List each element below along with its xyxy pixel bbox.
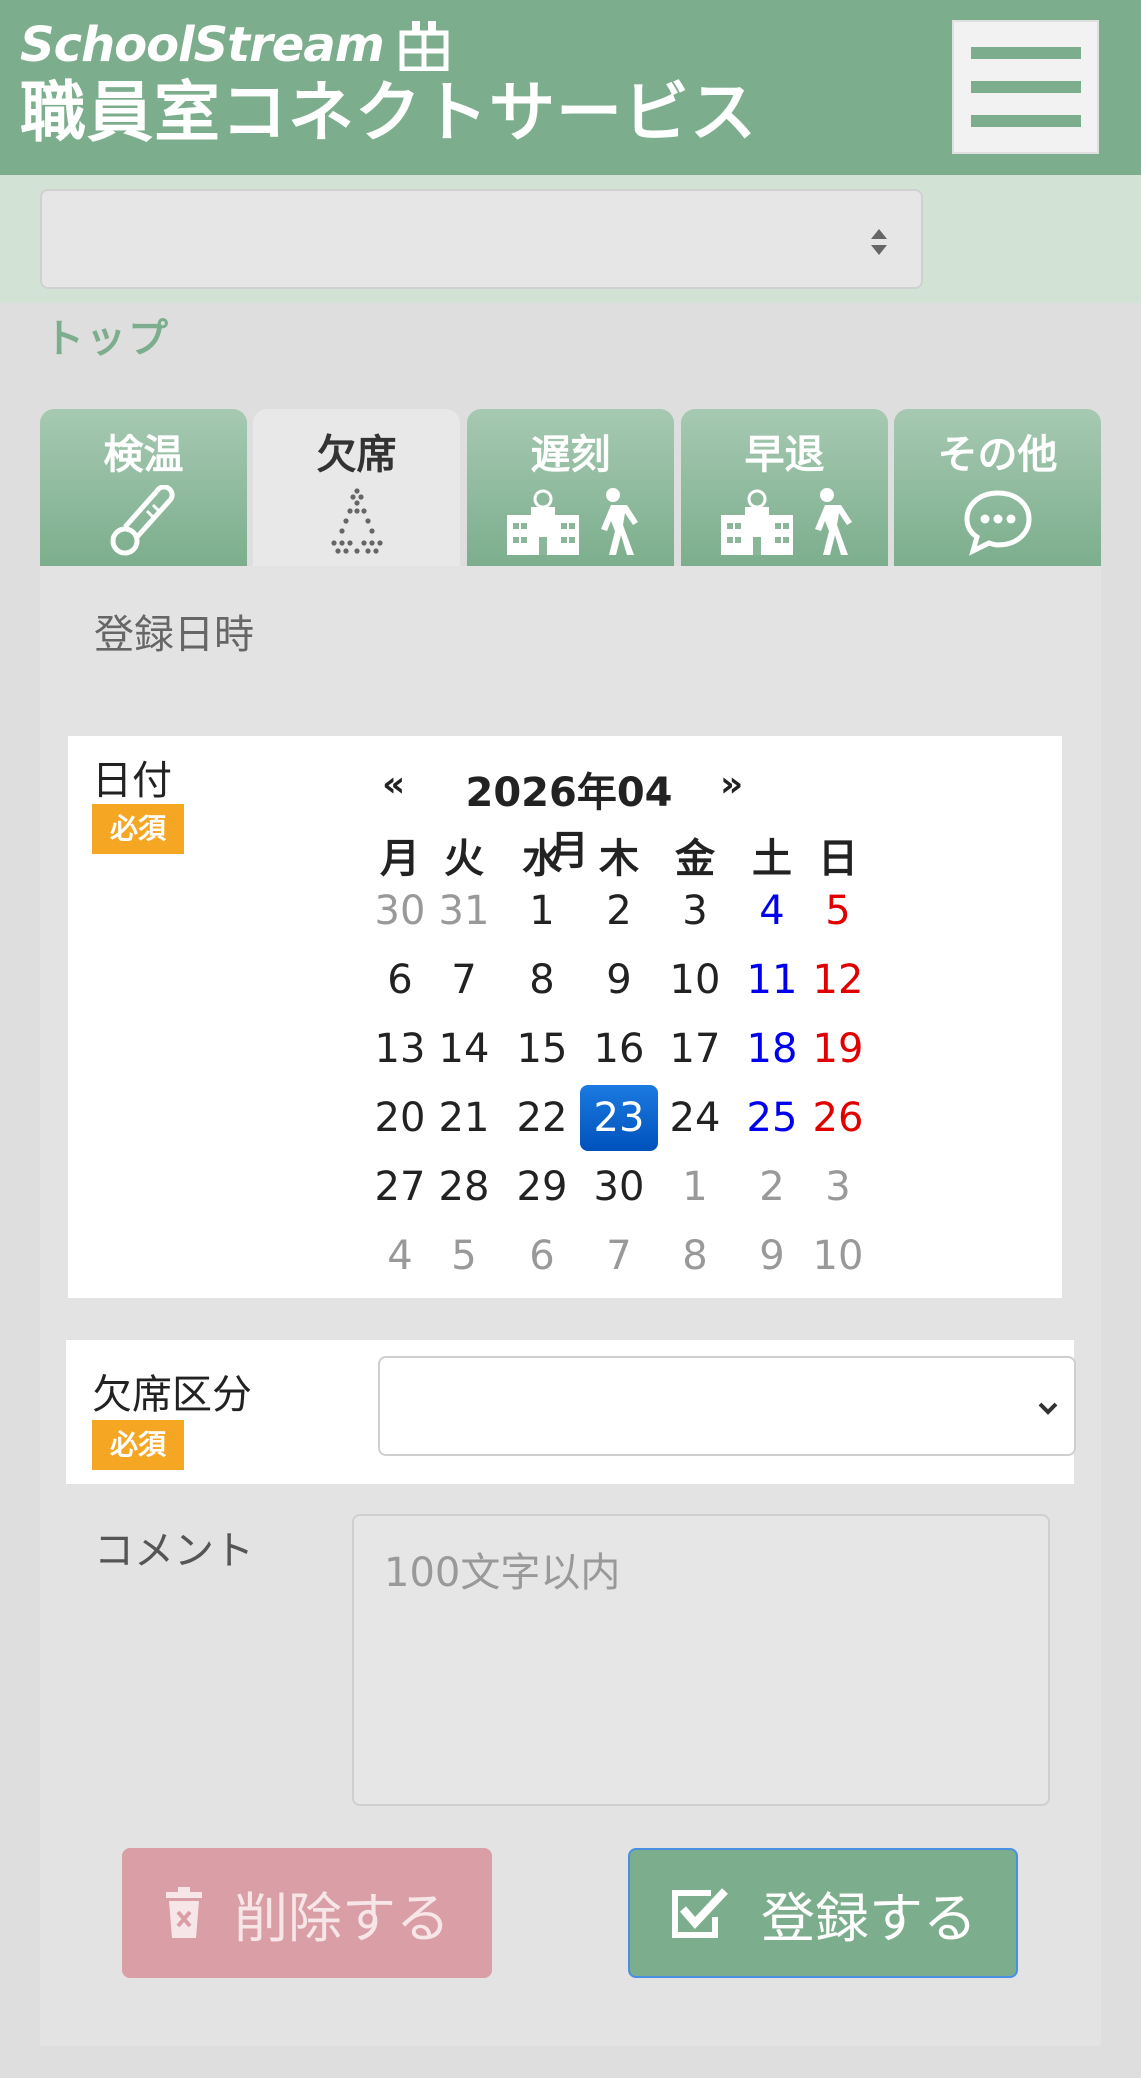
school-walk-icon [720,488,852,555]
breadcrumb-top[interactable]: トップ [44,306,170,364]
school-select[interactable] [40,189,923,289]
tab-label: 欠席 [316,432,397,478]
registered-at-label: 登録日時 [94,612,254,658]
calendar-day[interactable]: 31 [429,878,499,944]
school-select-bar [0,175,1141,303]
date-field-block: 日付 必須 « 2026年04月 » 月火水木金土日 30 31 1 2 3 4 5 6 7 8 9 1… [68,736,1062,1298]
comment-textarea[interactable]: 100文字以内 [352,1514,1050,1806]
calendar-day[interactable]: 1 [507,878,577,944]
calendar-day[interactable]: 14 [429,1016,499,1082]
weekday-header: 土 [752,836,792,882]
comment-label: コメント [94,1528,254,1574]
calendar-day[interactable]: 6 [365,947,435,1013]
updown-arrows-icon [871,229,887,255]
calendar-day[interactable]: 21 [429,1085,499,1151]
brand-logo: SchoolStream [20,17,385,73]
required-badge: 必須 [92,1420,184,1470]
thermometer-icon [110,485,175,556]
calendar-day[interactable]: 7 [584,1223,654,1289]
absence-dots-icon [330,488,383,554]
calendar-day[interactable]: 10 [803,1223,873,1289]
absence-type-label: 欠席区分 [92,1372,252,1418]
calendar-day[interactable]: 25 [737,1085,807,1151]
calendar-day[interactable]: 30 [584,1154,654,1220]
calendar-day[interactable]: 9 [737,1223,807,1289]
calendar-day[interactable]: 13 [365,1016,435,1082]
chevron-down-icon [1038,1402,1058,1415]
calendar-day[interactable]: 2 [737,1154,807,1220]
tab-other[interactable]: その他 [894,409,1101,566]
calendar-day[interactable]: 29 [507,1154,577,1220]
calendar-day[interactable]: 3 [660,878,730,944]
calendar-day[interactable]: 26 [803,1085,873,1151]
register-button-label: 登録する [761,1886,977,1950]
tab-label: 早退 [744,432,825,478]
calendar-day[interactable]: 15 [507,1016,577,1082]
weekday-header: 金 [675,836,715,882]
absence-form-panel: 登録日時 日付 必須 « 2026年04月 » 月火水木金土日 30 31 1 2 3 4 5… [40,566,1101,2046]
calendar-day[interactable]: 24 [660,1085,730,1151]
calendar-day[interactable]: 1 [660,1154,730,1220]
calendar-day[interactable]: 22 [507,1085,577,1151]
trash-icon [166,1887,202,1938]
calendar-day[interactable]: 18 [737,1016,807,1082]
date-label: 日付 [92,758,172,804]
calendar-day-selected[interactable]: 23 [580,1085,658,1151]
tab-absence[interactable]: 欠席 [253,409,460,566]
weekday-header: 月 [380,836,420,882]
prev-month-button[interactable]: « [382,764,405,805]
calendar-header: « 2026年04月 » [366,756,966,874]
calendar-day[interactable]: 4 [737,878,807,944]
weekday-header: 火 [444,836,484,882]
calendar-day[interactable]: 7 [429,947,499,1013]
calendar-day[interactable]: 16 [584,1016,654,1082]
weekday-header: 水 [522,836,562,882]
calendar-day[interactable]: 10 [660,947,730,1013]
calendar-day[interactable]: 19 [803,1016,873,1082]
calendar-day[interactable]: 17 [660,1016,730,1082]
chat-bubble-icon [963,490,1032,556]
checkbox-icon [672,1888,728,1938]
hamburger-menu-button[interactable] [952,20,1099,154]
weekday-header: 木 [599,836,639,882]
calendar-day[interactable]: 8 [507,947,577,1013]
calendar-day[interactable]: 6 [507,1223,577,1289]
register-button[interactable]: 登録する [628,1848,1018,1978]
calendar-day[interactable]: 8 [660,1223,730,1289]
delete-button-label: 削除する [234,1886,450,1950]
required-badge: 必須 [92,804,184,854]
calendar-day[interactable]: 5 [429,1223,499,1289]
calendar-day[interactable]: 12 [803,947,873,1013]
tab-label: その他 [937,432,1058,478]
absence-type-select[interactable] [378,1356,1076,1456]
service-name: 職員室コネクトサービス [20,74,757,151]
school-building-icon [399,21,449,71]
tab-late[interactable]: 遅刻 [467,409,674,566]
calendar-day[interactable]: 4 [365,1223,435,1289]
delete-button[interactable]: 削除する [122,1848,492,1978]
calendar-day[interactable]: 5 [803,878,873,944]
calendar-day[interactable]: 2 [584,878,654,944]
tab-temperature[interactable]: 検温 [40,409,247,566]
calendar-day[interactable]: 20 [365,1085,435,1151]
tab-label: 遅刻 [530,432,611,478]
tab-bar: 検温 欠席 遅刻 早退 その他 [40,409,1101,566]
menu-icon [970,47,1081,59]
absence-type-block: 欠席区分 必須 [66,1340,1076,1484]
calendar-day[interactable]: 9 [584,947,654,1013]
app-header: SchoolStream 職員室コネクトサービス [0,0,1141,175]
school-walk-icon [506,488,638,555]
calendar-day[interactable]: 28 [429,1154,499,1220]
calendar-day[interactable]: 11 [737,947,807,1013]
brand: SchoolStream 職員室コネクトサービス [20,14,757,154]
tab-early-leave[interactable]: 早退 [681,409,888,566]
comment-placeholder: 100文字以内 [384,1550,621,1596]
next-month-button[interactable]: » [720,764,743,805]
calendar-day[interactable]: 3 [803,1154,873,1220]
weekday-header: 日 [818,836,858,882]
tab-label: 検温 [103,432,184,478]
calendar-day[interactable]: 30 [365,878,435,944]
calendar-day[interactable]: 27 [365,1154,435,1220]
